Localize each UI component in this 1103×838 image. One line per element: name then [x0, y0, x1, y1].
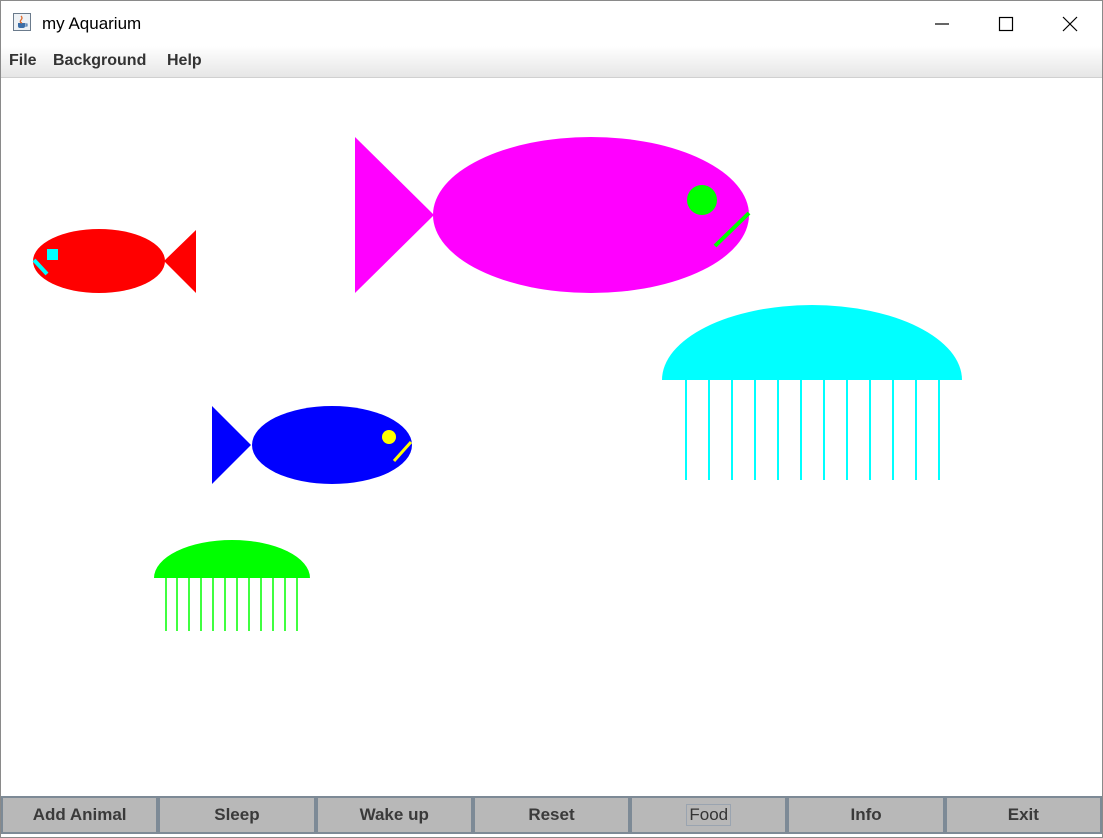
red-fish [32, 229, 196, 293]
app-window: my Aquarium File Background Help Add Ani… [0, 0, 1103, 838]
magenta-fish [355, 137, 751, 293]
menu-background[interactable]: Background [53, 52, 146, 70]
cyan-jellyfish [662, 305, 962, 480]
button-bar: Add Animal Sleep Wake up Reset Food Info… [1, 796, 1102, 834]
add-animal-button[interactable]: Add Animal [1, 796, 159, 834]
java-cup-icon [13, 13, 31, 31]
food-button[interactable]: Food [630, 796, 788, 834]
aquarium-canvas[interactable] [1, 78, 1102, 795]
close-button[interactable] [1047, 1, 1093, 46]
minimize-icon [935, 22, 949, 25]
exit-button[interactable]: Exit [944, 796, 1102, 834]
menu-file[interactable]: File [9, 52, 37, 70]
green-jellyfish [154, 540, 310, 631]
maximize-button[interactable] [983, 1, 1029, 46]
maximize-icon [998, 16, 1014, 31]
window-title: my Aquarium [42, 14, 142, 33]
minimize-button[interactable] [919, 1, 965, 46]
sleep-button[interactable]: Sleep [158, 796, 316, 834]
menu-help[interactable]: Help [167, 52, 202, 70]
info-button[interactable]: Info [787, 796, 945, 834]
blue-fish [212, 406, 413, 484]
food-button-label: Food [686, 804, 732, 826]
close-icon [1062, 16, 1078, 31]
reset-button[interactable]: Reset [472, 796, 631, 834]
menu-bar: File Background Help [1, 46, 1102, 78]
wake-up-button[interactable]: Wake up [315, 796, 473, 834]
aquarium-scene [32, 137, 962, 631]
title-bar: my Aquarium [1, 1, 1102, 46]
